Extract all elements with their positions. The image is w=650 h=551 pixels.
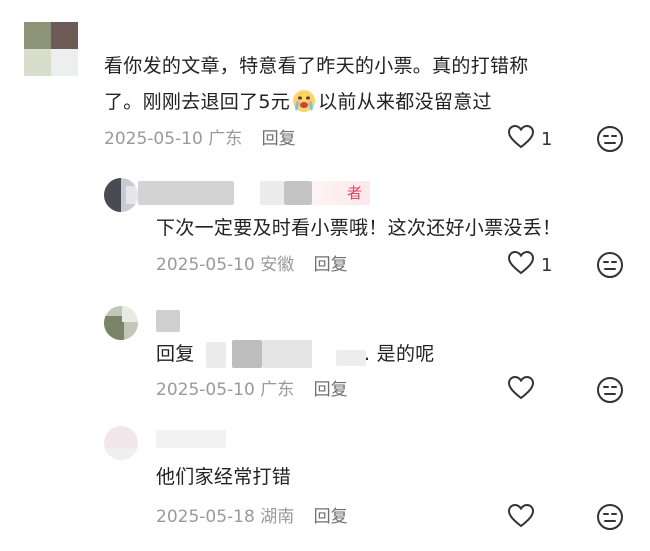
comment-text-part: 以前从来都没留意过 [318,91,492,113]
comment-date: 2025-05-18 [156,507,255,527]
mention-name[interactable] [206,342,226,368]
author-name [260,181,284,205]
avatar[interactable] [104,426,138,460]
avatar[interactable] [104,178,138,212]
heart-outline-icon [507,250,535,280]
comment-text: 他们家经常打错 [156,466,292,488]
heart-outline-icon [507,375,535,405]
reply-button[interactable]: 回复 [314,380,348,400]
comment-meta: 2025-05-10 广东 回复 [104,127,296,151]
comment-meta: 2025-05-18 湖南 回复 [156,505,348,529]
author-name[interactable] [156,310,180,332]
like-count: 1 [541,254,553,276]
comment-meta: 2025-05-10 安徽 回复 [156,253,348,277]
comment-meta: 2025-05-10 广东 回复 [156,378,348,402]
crying-face-icon [291,87,317,124]
reply-prefix: 回复 [156,343,195,365]
comment-location: 广东 [208,129,243,149]
comment-date: 2025-05-10 [156,255,255,275]
heart-outline-icon [507,503,535,533]
comment-date: 2025-05-10 [156,380,255,400]
mention-name[interactable] [262,340,312,368]
author-name [284,181,312,205]
mention-name[interactable] [232,340,262,368]
reply-button[interactable]: 回复 [314,255,348,275]
like-button[interactable] [507,503,541,533]
reply-button[interactable]: 回复 [262,129,296,149]
like-button[interactable]: 1 [507,124,552,154]
comment-text-part: 了。刚刚去退回了5元 [104,91,291,113]
neutral-face-icon[interactable] [596,251,624,283]
author-badge: 者 [312,181,370,205]
author-name[interactable] [156,430,226,448]
comment-location: 广东 [260,380,295,400]
comment-text: 下次一定要及时看小票哦！这次还好小票没丢！ [156,217,562,239]
avatar[interactable] [104,306,138,340]
neutral-face-icon[interactable] [596,376,624,408]
comment-date: 2025-05-10 [104,129,203,149]
reply-button[interactable]: 回复 [314,507,348,527]
comment-text: . 是的呢 [364,343,435,365]
heart-outline-icon [507,124,535,154]
comment-location: 安徽 [260,255,295,275]
author-name[interactable] [138,181,234,205]
neutral-face-icon[interactable] [596,503,624,535]
comment-location: 湖南 [260,507,295,527]
neutral-face-icon[interactable] [596,125,624,157]
comment-text-line-1: 看你发的文章，特意看了昨天的小票。真的打错称 [104,55,529,77]
like-count: 1 [541,128,553,150]
comment-text: 回复 [156,338,195,371]
like-button[interactable]: 1 [507,250,552,280]
mention-name[interactable] [336,350,366,366]
avatar[interactable] [24,22,78,76]
like-button[interactable] [507,375,541,405]
comment-text-line-2: 了。刚刚去退回了5元 以前从来都没留意过 [104,86,492,124]
